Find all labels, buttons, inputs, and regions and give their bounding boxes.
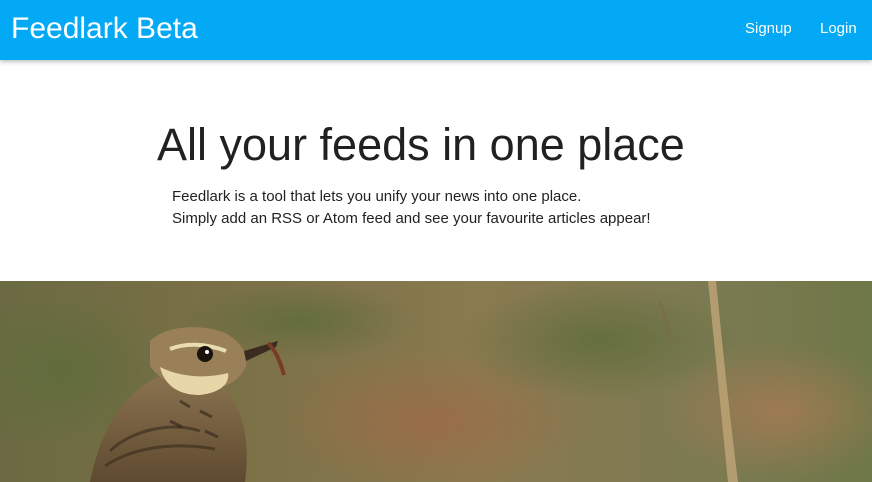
hero-title: All your feeds in one place — [157, 119, 685, 170]
login-link[interactable]: Login — [820, 19, 857, 39]
app-bar: Feedlark Beta Signup Login — [0, 0, 872, 60]
bird-photo-image — [0, 281, 872, 482]
hero-description: Feedlark is a tool that lets you unify y… — [172, 186, 651, 230]
hero-description-line-2: Simply add an RSS or Atom feed and see y… — [172, 210, 651, 227]
hero-description-line-1: Feedlark is a tool that lets you unify y… — [172, 188, 582, 205]
banner-bird-photo — [0, 281, 872, 482]
brand-title[interactable]: Feedlark Beta — [11, 10, 198, 48]
signup-link[interactable]: Signup — [745, 19, 792, 39]
